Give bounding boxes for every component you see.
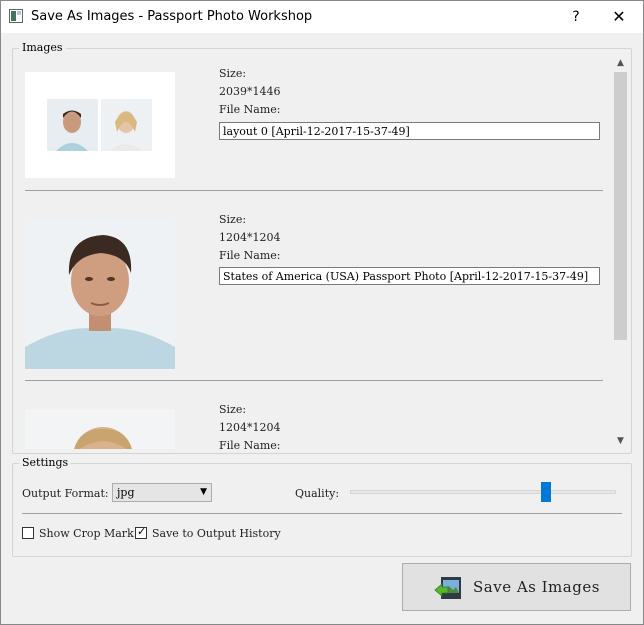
scroll-up-icon[interactable]: ▲ bbox=[612, 55, 629, 71]
settings-separator bbox=[22, 513, 622, 514]
size-label: Size: bbox=[219, 213, 247, 226]
quality-slider-handle[interactable] bbox=[541, 482, 551, 502]
photo-thumbnail bbox=[25, 409, 175, 449]
file-name-input[interactable]: States of America (USA) Passport Photo [… bbox=[219, 267, 600, 285]
file-name-label: File Name: bbox=[219, 249, 281, 262]
image-meta: Size: 2039*1446 File Name: bbox=[219, 65, 281, 119]
size-label: Size: bbox=[219, 67, 247, 80]
size-value: 2039*1446 bbox=[219, 85, 281, 98]
image-item: Size: 1204*1204 File Name: bbox=[13, 381, 613, 449]
output-format-label: Output Format: bbox=[22, 487, 109, 500]
save-as-images-button[interactable]: Save As Images bbox=[402, 563, 631, 611]
app-icon bbox=[9, 9, 23, 23]
output-format-select[interactable]: jpg ▼ bbox=[112, 483, 212, 502]
images-scroll-area[interactable]: Size: 2039*1446 File Name: layout 0 [Apr… bbox=[13, 55, 613, 449]
image-item: Size: 2039*1446 File Name: layout 0 [Apr… bbox=[13, 55, 613, 191]
settings-group-label: Settings bbox=[19, 456, 72, 469]
image-meta: Size: 1204*1204 File Name: bbox=[219, 211, 281, 265]
checkmark-icon: ✓ bbox=[137, 525, 147, 538]
show-crop-mark-checkbox[interactable] bbox=[22, 527, 34, 539]
window-title: Save As Images - Passport Photo Workshop bbox=[31, 9, 313, 24]
photo-thumbnail bbox=[25, 219, 175, 369]
scroll-down-icon[interactable]: ▼ bbox=[612, 433, 629, 449]
quality-slider-track[interactable] bbox=[350, 490, 616, 494]
images-group-label: Images bbox=[19, 41, 66, 54]
images-scrollbar[interactable]: ▲ ▼ bbox=[612, 55, 629, 449]
dropdown-arrow-icon: ▼ bbox=[200, 487, 207, 497]
scrollbar-thumb[interactable] bbox=[614, 72, 627, 340]
image-meta: Size: 1204*1204 File Name: bbox=[219, 401, 281, 449]
show-crop-mark-label[interactable]: Show Crop Mark bbox=[39, 527, 134, 540]
save-images-icon bbox=[434, 577, 461, 599]
file-name-label: File Name: bbox=[219, 103, 281, 116]
save-button-label: Save As Images bbox=[473, 578, 600, 596]
close-button[interactable]: ✕ bbox=[601, 5, 637, 29]
size-label: Size: bbox=[219, 403, 247, 416]
file-name-label: File Name: bbox=[219, 439, 281, 449]
save-history-label[interactable]: Save to Output History bbox=[152, 527, 281, 540]
title-bar: Save As Images - Passport Photo Workshop… bbox=[1, 1, 643, 33]
file-name-input[interactable]: layout 0 [April-12-2017-15-37-49] bbox=[219, 122, 600, 140]
help-button[interactable]: ? bbox=[563, 5, 589, 29]
layout-thumbnail bbox=[25, 72, 175, 178]
size-value: 1204*1204 bbox=[219, 231, 281, 244]
settings-group bbox=[12, 463, 632, 557]
portrait-photo bbox=[25, 409, 175, 449]
output-format-value: jpg bbox=[117, 486, 135, 499]
image-item: Size: 1204*1204 File Name: States of Ame… bbox=[13, 191, 613, 381]
portrait-photo bbox=[25, 219, 175, 369]
quality-label: Quality: bbox=[295, 487, 340, 500]
size-value: 1204*1204 bbox=[219, 421, 281, 434]
save-history-checkbox[interactable]: ✓ bbox=[135, 525, 147, 539]
layout-preview-image bbox=[25, 72, 175, 178]
